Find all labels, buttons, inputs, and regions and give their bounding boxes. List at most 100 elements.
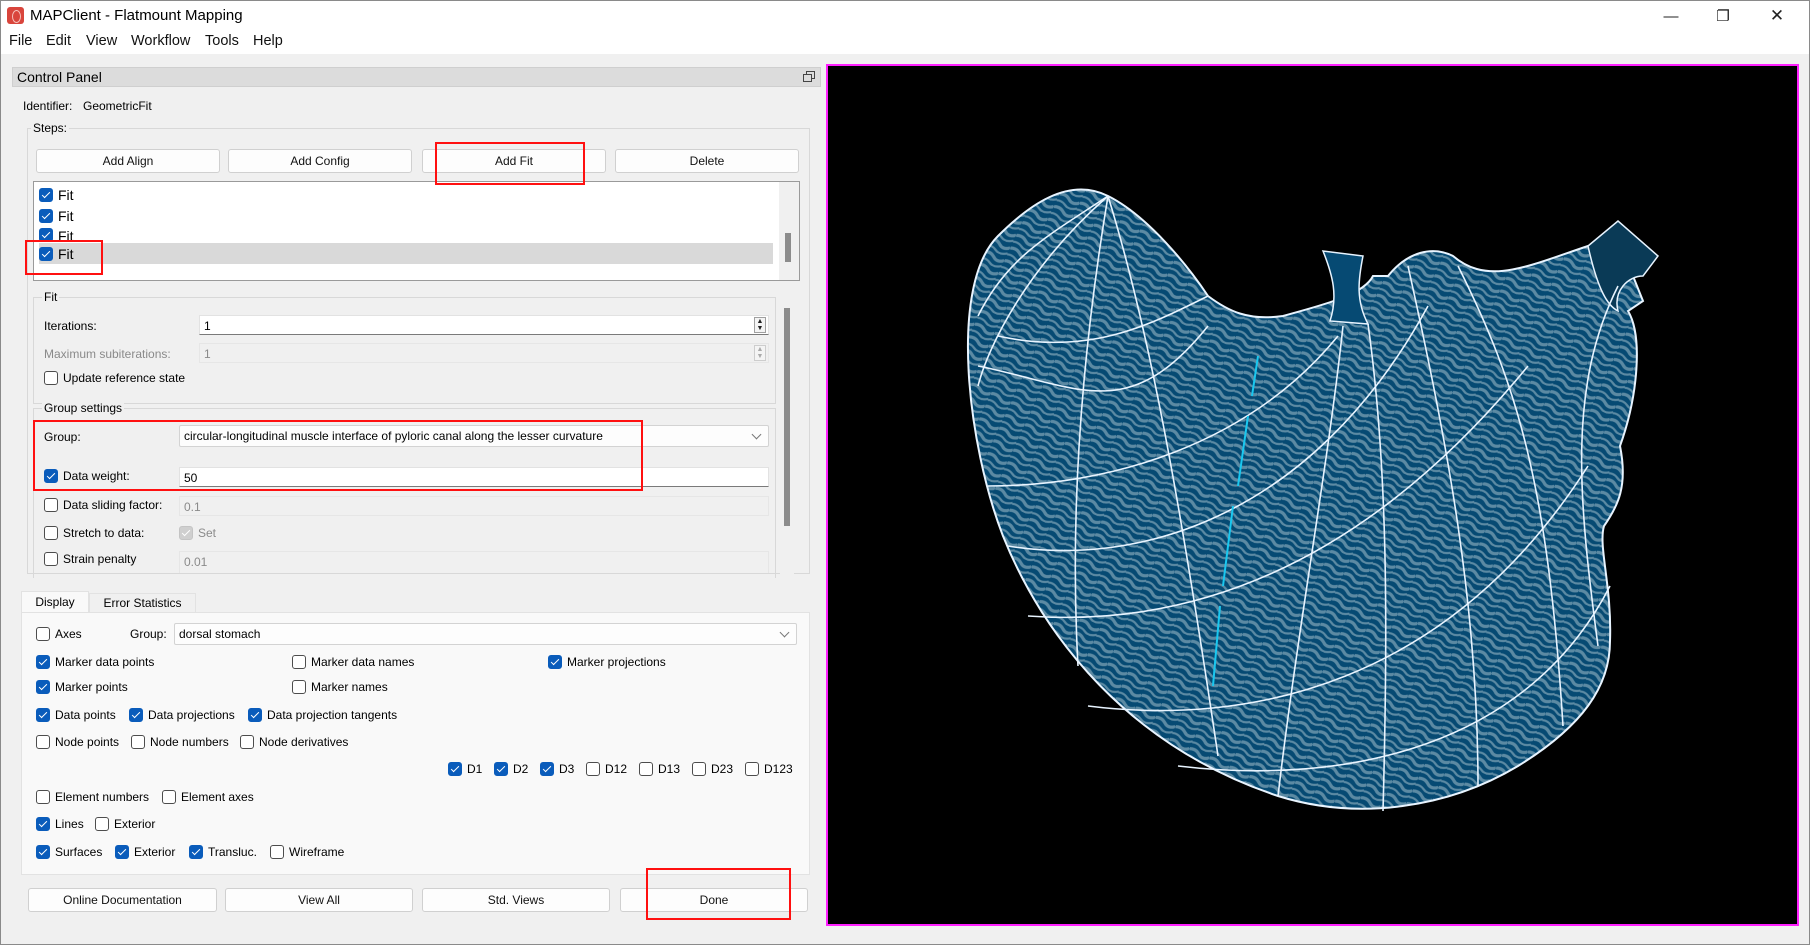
derivative-d3-row[interactable]: D3 [540,762,574,776]
delete-button[interactable]: Delete [615,149,799,173]
update-reference-row[interactable]: Update reference state [44,371,185,385]
view-all-button[interactable]: View All [225,888,413,912]
derivative-d12-row[interactable]: D12 [586,762,627,776]
marker-data-points-checkbox[interactable] [36,655,50,669]
data-projections-checkbox[interactable] [129,708,143,722]
settings-scrollbar[interactable] [780,298,794,574]
float-panel-icon[interactable] [803,71,815,82]
derivative-checkbox[interactable] [494,762,508,776]
data-projections-row[interactable]: Data projections [129,708,235,722]
marker-points-checkbox[interactable] [36,680,50,694]
lines-checkbox[interactable] [36,817,50,831]
derivative-d1-row[interactable]: D1 [448,762,482,776]
axes-row[interactable]: Axes [36,627,82,641]
derivative-d123-row[interactable]: D123 [745,762,793,776]
step-item[interactable]: Fit [39,205,773,226]
derivative-checkbox[interactable] [692,762,706,776]
step-item[interactable]: Fit [39,226,773,243]
step-checkbox[interactable] [39,208,53,223]
data-sliding-checkbox[interactable] [44,498,58,512]
update-reference-checkbox[interactable] [44,371,58,385]
surfaces-checkbox[interactable] [36,845,50,859]
display-group-select[interactable]: dorsal stomach [174,623,797,645]
step-item[interactable]: Fit [39,184,773,205]
element-axes-row[interactable]: Element axes [162,790,254,804]
derivative-checkbox[interactable] [448,762,462,776]
lines-row[interactable]: Lines [36,817,84,831]
data-points-checkbox[interactable] [36,708,50,722]
step-checkbox[interactable] [39,187,53,202]
add-fit-button[interactable]: Add Fit [422,149,606,173]
minimize-button[interactable]: — [1648,0,1694,32]
marker-projections-checkbox[interactable] [548,655,562,669]
axes-checkbox[interactable] [36,627,50,641]
derivative-checkbox[interactable] [540,762,554,776]
iterations-stepper[interactable]: ▲ ▼ [754,317,766,333]
node-points-checkbox[interactable] [36,735,50,749]
iterations-spinbox[interactable]: 1 ▲ ▼ [199,315,769,335]
element-numbers-checkbox[interactable] [36,790,50,804]
settings-scrollbar-thumb[interactable] [784,308,790,526]
data-projection-tangents-row[interactable]: Data projection tangents [248,708,397,722]
data-projection-tangents-checkbox[interactable] [248,708,262,722]
node-points-row[interactable]: Node points [36,735,119,749]
lines-exterior-checkbox[interactable] [95,817,109,831]
stretch-checkbox[interactable] [44,526,58,540]
element-axes-checkbox[interactable] [162,790,176,804]
done-button[interactable]: Done [620,888,808,912]
menu-edit[interactable]: Edit [46,33,71,49]
strain-checkbox[interactable] [44,552,58,566]
surfaces-row[interactable]: Surfaces [36,845,102,859]
node-derivatives-checkbox[interactable] [240,735,254,749]
node-numbers-row[interactable]: Node numbers [131,735,229,749]
step-checkbox[interactable] [39,246,53,261]
derivative-d13-row[interactable]: D13 [639,762,680,776]
element-numbers-row[interactable]: Element numbers [36,790,149,804]
tab-display[interactable]: Display [21,591,89,612]
tab-error-statistics[interactable]: Error Statistics [89,593,196,612]
close-button[interactable]: ✕ [1754,0,1800,32]
surfaces-exterior-row[interactable]: Exterior [115,845,175,859]
wireframe-checkbox[interactable] [270,845,284,859]
marker-projections-row[interactable]: Marker projections [548,655,666,669]
menu-workflow[interactable]: Workflow [131,33,190,49]
group-select[interactable]: circular-longitudinal muscle interface o… [179,425,769,447]
derivative-label: D13 [658,762,681,776]
data-points-row[interactable]: Data points [36,708,116,722]
std-views-button[interactable]: Std. Views [422,888,610,912]
wireframe-row[interactable]: Wireframe [270,845,344,859]
step-checkbox[interactable] [39,228,53,242]
marker-names-checkbox[interactable] [292,680,306,694]
derivative-checkbox[interactable] [586,762,600,776]
derivative-checkbox[interactable] [639,762,653,776]
lines-exterior-row[interactable]: Exterior [95,817,155,831]
derivative-checkbox[interactable] [745,762,759,776]
menu-tools[interactable]: Tools [205,33,239,49]
derivative-d2-row[interactable]: D2 [494,762,528,776]
transluc-checkbox[interactable] [189,845,203,859]
marker-data-points-row[interactable]: Marker data points [36,655,154,669]
node-derivatives-row[interactable]: Node derivatives [240,735,348,749]
control-panel-title: Control Panel [17,69,102,85]
add-config-button[interactable]: Add Config [228,149,412,173]
marker-points-row[interactable]: Marker points [36,680,128,694]
step-item-selected[interactable]: Fit [39,243,773,264]
data-weight-checkbox[interactable] [44,469,58,483]
node-numbers-checkbox[interactable] [131,735,145,749]
menu-view[interactable]: View [86,33,117,49]
steps-list-scrollbar[interactable] [779,182,799,280]
derivative-d23-row[interactable]: D23 [692,762,733,776]
data-weight-input[interactable]: 50 [179,467,769,487]
3d-viewer[interactable] [826,64,1799,926]
marker-names-row[interactable]: Marker names [292,680,388,694]
online-documentation-button[interactable]: Online Documentation [28,888,217,912]
scrollbar-thumb[interactable] [785,233,791,262]
transluc-row[interactable]: Transluc. [189,845,257,859]
menu-help[interactable]: Help [253,33,283,49]
marker-data-names-row[interactable]: Marker data names [292,655,414,669]
add-align-button[interactable]: Add Align [36,149,220,173]
restore-button[interactable]: ❐ [1700,0,1746,32]
marker-data-names-checkbox[interactable] [292,655,306,669]
menu-file[interactable]: File [9,33,32,49]
surfaces-exterior-checkbox[interactable] [115,845,129,859]
